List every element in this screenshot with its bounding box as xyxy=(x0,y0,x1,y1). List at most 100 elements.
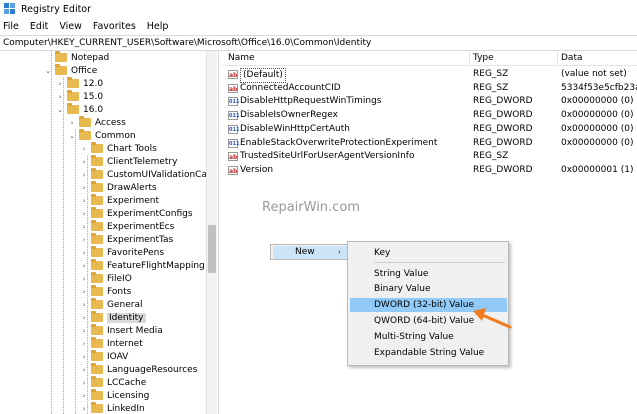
menu-file[interactable]: File xyxy=(3,21,19,32)
chevron-right-icon[interactable]: › xyxy=(80,145,88,153)
chevron-right-icon[interactable]: › xyxy=(80,197,88,205)
chevron-down-icon[interactable]: ⌄ xyxy=(56,106,64,114)
chevron-right-icon[interactable]: › xyxy=(80,301,88,309)
chevron-right-icon[interactable]: › xyxy=(80,210,88,218)
chevron-right-icon[interactable]: › xyxy=(80,236,88,244)
value-name: EnableStackOverwriteProtectionExperiment xyxy=(240,137,438,148)
chevron-down-icon[interactable]: ⌄ xyxy=(68,132,76,140)
chevron-down-icon[interactable]: ⌄ xyxy=(44,67,52,75)
tree-item[interactable]: › LanguageResources xyxy=(80,363,197,376)
tree-item[interactable]: › FavoritePens xyxy=(80,246,164,259)
chevron-right-icon[interactable]: › xyxy=(80,314,88,322)
tree-item[interactable]: › Access xyxy=(68,116,126,129)
value-row[interactable]: ab TrustedSiteUrlForUserAgentVersionInfo R… xyxy=(226,150,637,163)
submenu-item[interactable]: Binary Value xyxy=(350,282,507,296)
folder-icon xyxy=(67,103,79,114)
tree-item[interactable]: ⌄ Office xyxy=(44,64,97,77)
value-name: DisableHttpRequestWinTimings xyxy=(240,96,382,107)
tree-item[interactable]: › Licensing xyxy=(80,389,149,402)
value-name: Version xyxy=(240,164,274,175)
tree-item[interactable]: › Chart Tools xyxy=(80,142,157,155)
chevron-right-icon[interactable]: › xyxy=(80,158,88,166)
menu-favorites[interactable]: Favorites xyxy=(93,21,136,32)
submenu-item[interactable]: String Value xyxy=(350,267,507,281)
tree-item[interactable]: › LinkedIn xyxy=(80,402,145,414)
submenu-item[interactable]: Multi-String Value xyxy=(350,330,507,344)
submenu-item[interactable]: Key xyxy=(350,246,507,260)
chevron-right-icon[interactable]: › xyxy=(80,288,88,296)
string-value-icon: ab xyxy=(228,152,238,162)
tree-item[interactable]: › FileIO xyxy=(80,272,132,285)
chevron-right-icon[interactable]: › xyxy=(56,93,64,101)
folder-icon xyxy=(55,64,67,75)
tree-scrollbar-thumb[interactable] xyxy=(208,225,216,273)
menu-view[interactable]: View xyxy=(59,21,82,32)
tree-item[interactable]: ⌄ Common xyxy=(68,129,136,142)
tree-item[interactable]: Notepad xyxy=(44,51,109,64)
tree-item[interactable]: › ExperimentConfigs xyxy=(80,207,193,220)
registry-tree[interactable]: Notepad ⌄ Office › 12.0 › 15.0 ⌄ 16.0 › Access ⌄ Com… xyxy=(0,51,219,414)
value-row[interactable]: 011 DisableHttpRequestWinTimings REG_DWORD… xyxy=(226,95,637,108)
value-row[interactable]: 011 EnableStackOverwriteProtectionExperim… xyxy=(226,137,637,150)
column-divider[interactable] xyxy=(557,51,558,65)
submenu-item[interactable]: Expandable String Value xyxy=(350,346,507,360)
tree-item[interactable]: › IOAV xyxy=(80,350,128,363)
folder-icon xyxy=(91,285,103,296)
tree-scrollbar[interactable] xyxy=(206,51,217,414)
address-bar[interactable]: Computer\HKEY_CURRENT_USER\Software\Micr… xyxy=(0,35,637,51)
value-row[interactable]: ab (Default) REG_SZ (value not set) xyxy=(226,68,637,83)
tree-item[interactable]: › ExperimentTas xyxy=(80,233,173,246)
chevron-right-icon[interactable]: › xyxy=(80,327,88,335)
chevron-right-icon[interactable]: › xyxy=(80,366,88,374)
value-row[interactable]: ab ConnectedAccountCID REG_SZ 5334f53e5cfb2… xyxy=(226,82,637,95)
value-row[interactable]: 011 DisableWinHttpCertAuth REG_DWORD 0x0000… xyxy=(226,123,637,136)
tree-item[interactable]: › 12.0 xyxy=(56,77,103,90)
chevron-right-icon[interactable]: › xyxy=(80,405,88,413)
chevron-right-icon[interactable]: › xyxy=(80,249,88,257)
tree-item[interactable]: ⌄ 16.0 xyxy=(56,103,103,116)
chevron-right-icon[interactable]: › xyxy=(80,262,88,270)
value-type: REG_SZ xyxy=(473,69,509,79)
menu-help[interactable]: Help xyxy=(147,21,169,32)
tree-item[interactable]: › Insert Media xyxy=(80,324,163,337)
tree-item[interactable]: › ClientTelemetry xyxy=(80,155,177,168)
folder-icon xyxy=(91,168,103,179)
tree-item-label: ExperimentEcs xyxy=(107,221,175,232)
tree-item[interactable]: › ExperimentEcs xyxy=(80,220,174,233)
tree-item[interactable]: › Internet xyxy=(80,337,143,350)
tree-item[interactable]: › LCCache xyxy=(80,376,146,389)
folder-icon xyxy=(91,337,103,348)
chevron-right-icon[interactable]: › xyxy=(80,275,88,283)
value-row[interactable]: 011 DisableIsOwnerRegex REG_DWORD 0x0000000… xyxy=(226,109,637,122)
column-type-header[interactable]: Type xyxy=(473,53,494,63)
tree-item[interactable]: › Identity xyxy=(80,311,146,324)
chevron-right-icon[interactable]: › xyxy=(80,184,88,192)
tree-item-label: CustomUIValidationCach xyxy=(107,169,218,180)
chevron-right-icon[interactable]: › xyxy=(56,80,64,88)
tree-item[interactable]: › 15.0 xyxy=(56,90,103,103)
tree-item[interactable]: › DrawAlerts xyxy=(80,181,157,194)
chevron-right-icon[interactable]: › xyxy=(80,392,88,400)
column-data-header[interactable]: Data xyxy=(561,53,583,63)
tree-item-label: General xyxy=(107,299,143,310)
tree-item[interactable]: › FeatureFlightMapping xyxy=(80,259,205,272)
tree-item[interactable]: › CustomUIValidationCach xyxy=(80,168,218,181)
column-divider[interactable] xyxy=(469,51,470,65)
tree-item[interactable]: › Fonts xyxy=(80,285,131,298)
tree-item[interactable]: › General xyxy=(80,298,142,311)
column-name-header[interactable]: Name xyxy=(228,53,255,63)
value-row[interactable]: ab Version REG_DWORD 0x00000001 (1) xyxy=(226,164,637,177)
tree-item[interactable]: › Experiment xyxy=(80,194,159,207)
chevron-right-icon[interactable]: › xyxy=(80,353,88,361)
value-type: REG_DWORD xyxy=(473,137,533,148)
pointer-arrow-icon xyxy=(473,308,512,329)
folder-icon xyxy=(91,272,103,283)
chevron-right-icon[interactable]: › xyxy=(80,171,88,179)
chevron-right-icon[interactable]: › xyxy=(80,340,88,348)
chevron-right-icon[interactable]: › xyxy=(68,119,76,127)
value-type: REG_SZ xyxy=(473,151,509,162)
chevron-right-icon[interactable]: › xyxy=(80,223,88,231)
menu-edit[interactable]: Edit xyxy=(30,21,48,32)
value-type: REG_SZ xyxy=(473,82,509,93)
chevron-right-icon[interactable]: › xyxy=(80,379,88,387)
